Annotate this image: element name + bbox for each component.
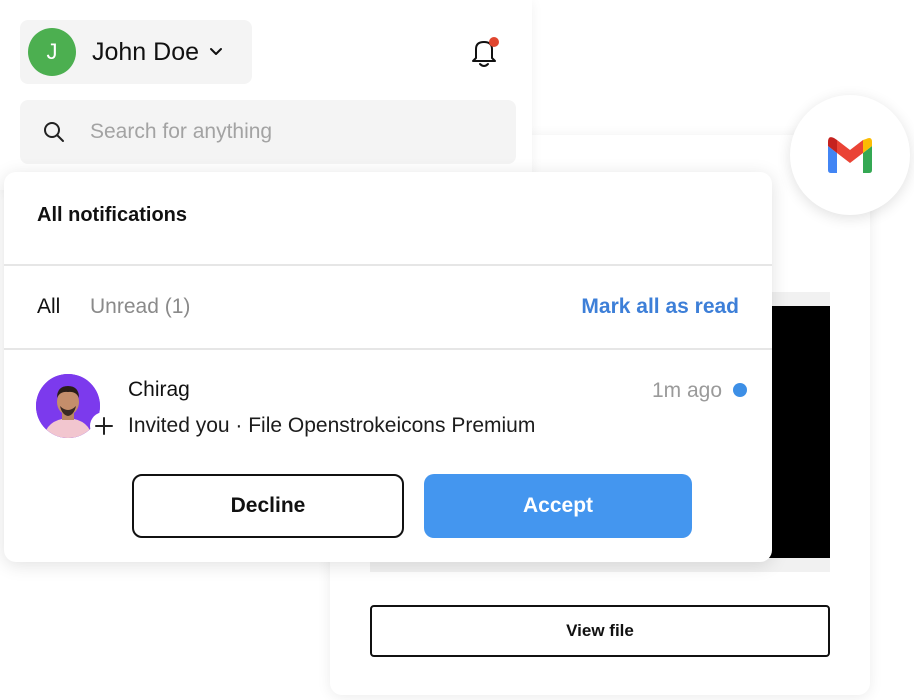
- tab-unread[interactable]: Unread (1): [90, 295, 190, 319]
- search-bar: [20, 100, 516, 164]
- notification-message: Invited you · File Openstrokeicons Premi…: [128, 414, 536, 437]
- user-name: John Doe: [92, 37, 200, 66]
- header-panel: J John Doe: [0, 0, 532, 190]
- notifications-bell-button[interactable]: [466, 34, 502, 70]
- plus-icon: [90, 412, 118, 440]
- view-file-button[interactable]: View file: [370, 605, 830, 657]
- notifications-title: All notifications: [37, 204, 187, 226]
- divider: [4, 348, 772, 350]
- search-input[interactable]: [90, 120, 490, 144]
- bell-icon: [472, 37, 499, 67]
- user-avatar: J: [28, 28, 76, 76]
- user-switcher[interactable]: J John Doe: [20, 20, 252, 84]
- gmail-badge: [790, 95, 910, 215]
- mark-all-as-read-link[interactable]: Mark all as read: [581, 295, 739, 319]
- notification-time: 1m ago: [651, 379, 722, 402]
- chevron-down-icon: [209, 47, 223, 57]
- tab-all[interactable]: All: [37, 295, 60, 319]
- notifications-panel: All notifications All Unread (1) Mark al…: [4, 172, 772, 562]
- decline-button[interactable]: Decline: [132, 474, 404, 538]
- unread-indicator: [733, 383, 747, 397]
- search-icon: [44, 122, 64, 142]
- accept-button[interactable]: Accept: [424, 474, 692, 538]
- gmail-icon: [828, 137, 872, 173]
- divider: [4, 264, 772, 266]
- sender-name: Chirag: [128, 378, 190, 401]
